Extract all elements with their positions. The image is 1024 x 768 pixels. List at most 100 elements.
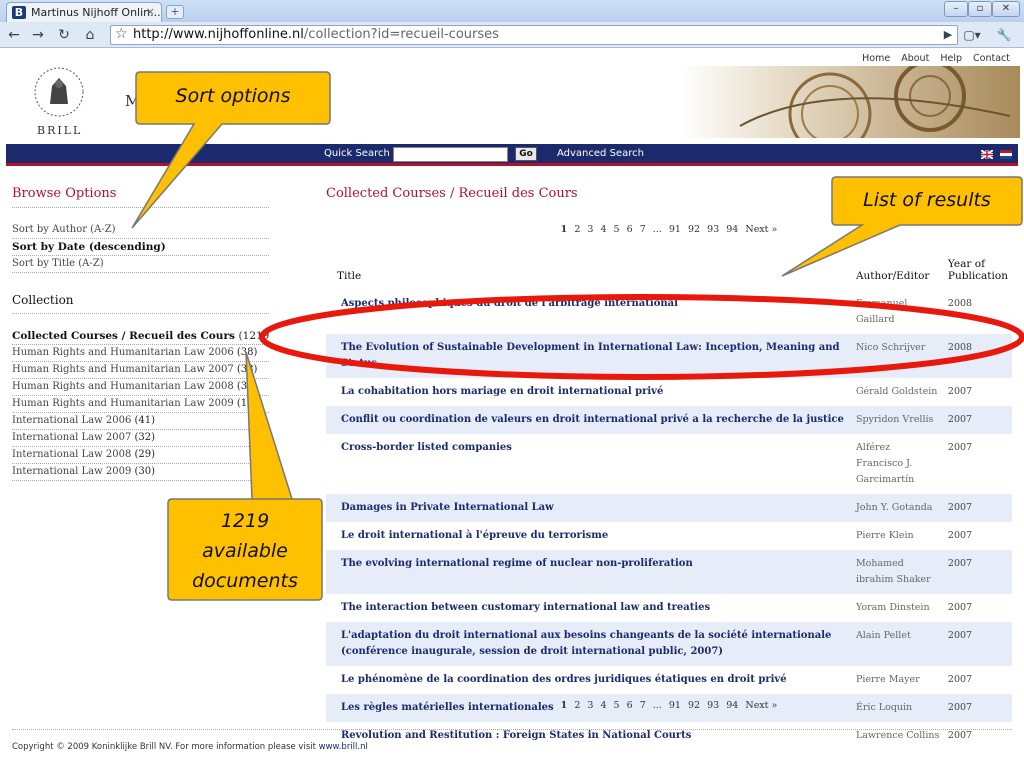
brill-seal-logo[interactable] — [30, 66, 88, 118]
result-title[interactable]: The evolving international regime of nuc… — [326, 550, 852, 594]
quick-search-label: Quick Search — [324, 148, 390, 159]
page-link[interactable]: 93 — [707, 700, 719, 711]
next-page-link[interactable]: Next » — [745, 700, 777, 711]
back-icon[interactable]: ← — [4, 26, 24, 44]
col-year-line2: Publication — [947, 270, 1008, 282]
result-title[interactable]: Aspects philosophiques du droit de l'arb… — [326, 290, 852, 334]
collection-item[interactable]: International Law 2009 (30) — [12, 464, 269, 481]
collection-item[interactable]: Human Rights and Humanitarian Law 2008 (… — [12, 379, 269, 396]
page-link[interactable]: 3 — [587, 700, 593, 711]
quick-search-input[interactable] — [393, 147, 508, 162]
col-year[interactable]: Year of Publication — [944, 254, 1012, 290]
collection-count: (41) — [134, 415, 156, 426]
home-icon[interactable]: ⌂ — [80, 26, 100, 44]
play-icon[interactable]: ▶ — [938, 26, 958, 44]
result-author[interactable]: Yoram Dinstein — [852, 594, 944, 622]
sort-by-title[interactable]: Sort by Title (A-Z) — [12, 256, 269, 273]
result-title[interactable]: Damages in Private International Law — [326, 494, 852, 522]
wrench-icon[interactable]: 🔧 — [994, 26, 1014, 44]
page-link[interactable]: 4 — [600, 700, 606, 711]
reload-icon[interactable]: ↻ — [54, 26, 74, 44]
close-icon[interactable]: × — [146, 5, 155, 18]
result-author[interactable]: Pierre Mayer — [852, 666, 944, 694]
new-tab-button[interactable]: + — [166, 5, 184, 19]
collection-item[interactable]: Collected Courses / Recueil des Cours (1… — [12, 328, 269, 345]
result-title[interactable]: The Evolution of Sustainable Development… — [326, 334, 852, 378]
maximize-icon[interactable]: ▫ — [968, 1, 992, 17]
go-button[interactable]: Go — [515, 147, 537, 161]
result-title[interactable]: Cross-border listed companies — [326, 434, 852, 494]
result-author[interactable]: Lawrence Collins — [852, 722, 944, 750]
collection-item[interactable]: Human Rights and Humanitarian Law 2006 (… — [12, 345, 269, 362]
result-title[interactable]: La cohabitation hors mariage en droit in… — [326, 378, 852, 406]
page-menu-icon[interactable]: ▢▾ — [962, 26, 982, 44]
table-row: Conflit ou coordination de valeurs en dr… — [326, 406, 1012, 434]
result-author[interactable]: Gérald Goldstein — [852, 378, 944, 406]
collection-count: (32) — [134, 432, 156, 443]
nav-home[interactable]: Home — [862, 53, 890, 64]
result-author[interactable]: John Y. Gotanda — [851, 494, 944, 522]
page-link[interactable]: 91 — [669, 224, 681, 235]
page-link[interactable]: 91 — [669, 700, 681, 711]
result-title[interactable]: Le phénomène de la coordination des ordr… — [326, 666, 852, 694]
page-link[interactable]: 1 — [561, 700, 568, 711]
uk-flag-icon[interactable] — [980, 150, 993, 159]
result-title[interactable]: Le droit international à l'épreuve du te… — [326, 522, 852, 550]
sort-by-date[interactable]: Sort by Date (descending) — [12, 239, 269, 256]
page-link[interactable]: 92 — [688, 700, 700, 711]
window-close-icon[interactable]: ✕ — [992, 1, 1020, 17]
table-row: L'adaptation du droit international aux … — [326, 622, 1012, 666]
result-author[interactable]: Nico Schrijver — [851, 334, 944, 378]
col-author[interactable]: Author/Editor — [852, 254, 944, 290]
page-link[interactable]: 1 — [561, 224, 568, 235]
result-author[interactable]: Pierre Klein — [852, 522, 944, 550]
result-title[interactable]: Revolution and Restitution : Foreign Sta… — [326, 722, 852, 750]
star-icon[interactable]: ☆ — [115, 26, 128, 42]
page-link[interactable]: 93 — [707, 224, 719, 235]
result-title[interactable]: L'adaptation du droit international aux … — [326, 622, 852, 666]
minimize-icon[interactable]: – — [944, 1, 968, 17]
page-link[interactable]: 6 — [627, 700, 633, 711]
table-row: The Evolution of Sustainable Development… — [326, 334, 1012, 378]
table-row: The interaction between customary intern… — [326, 594, 1012, 622]
result-author[interactable]: Spyridon Vrellis — [851, 406, 944, 434]
page-link[interactable]: 94 — [726, 224, 738, 235]
page-link[interactable]: 2 — [574, 700, 580, 711]
collection-label: International Law 2009 — [12, 466, 132, 477]
collection-count: (1219) — [238, 330, 269, 342]
address-bar[interactable]: ☆ http://www.nijhoffonline.nl/collection… — [110, 25, 958, 45]
col-title[interactable]: Title — [326, 254, 852, 290]
collection-count: (30) — [134, 466, 156, 477]
collection-item[interactable]: International Law 2007 (32) — [12, 430, 269, 447]
result-author[interactable]: Mohamed ibrahim Shaker — [851, 550, 944, 594]
page-link[interactable]: 7 — [640, 224, 646, 235]
sort-by-author[interactable]: Sort by Author (A-Z) — [12, 222, 269, 239]
page-link[interactable]: 92 — [688, 224, 700, 235]
forward-icon[interactable]: → — [28, 26, 48, 44]
advanced-search-link[interactable]: Advanced Search — [557, 148, 644, 159]
page-link[interactable]: 6 — [627, 224, 633, 235]
result-author[interactable]: Alférez Francisco J. Garcimartín — [852, 434, 944, 494]
collection-item[interactable]: International Law 2006 (41) — [12, 413, 269, 430]
result-author[interactable]: Emmanuel Gaillard — [852, 290, 944, 334]
page-link[interactable]: 4 — [600, 224, 606, 235]
next-page-link[interactable]: Next » — [745, 224, 777, 235]
page-link[interactable]: 3 — [587, 224, 593, 235]
brill-link[interactable]: www.brill.nl — [319, 742, 368, 752]
collection-item[interactable]: Human Rights and Humanitarian Law 2007 (… — [12, 362, 269, 379]
collection-item[interactable]: Human Rights and Humanitarian Law 2009 (… — [12, 396, 269, 413]
result-author[interactable]: Alain Pellet — [851, 622, 944, 666]
browser-tab[interactable]: B Martinus Nijhoff Onlin... × — [6, 2, 162, 22]
nl-flag-icon[interactable] — [1000, 150, 1012, 159]
nav-help[interactable]: Help — [940, 53, 962, 64]
page-link[interactable]: 5 — [614, 224, 620, 235]
page-link[interactable]: 2 — [574, 224, 580, 235]
page-link[interactable]: 94 — [726, 700, 738, 711]
nav-about[interactable]: About — [901, 53, 929, 64]
result-title[interactable]: The interaction between customary intern… — [326, 594, 852, 622]
page-link[interactable]: 7 — [640, 700, 646, 711]
nav-contact[interactable]: Contact — [973, 53, 1010, 64]
page-link[interactable]: 5 — [614, 700, 620, 711]
result-title[interactable]: Conflit ou coordination de valeurs en dr… — [326, 406, 852, 434]
collection-item[interactable]: International Law 2008 (29) — [12, 447, 269, 464]
